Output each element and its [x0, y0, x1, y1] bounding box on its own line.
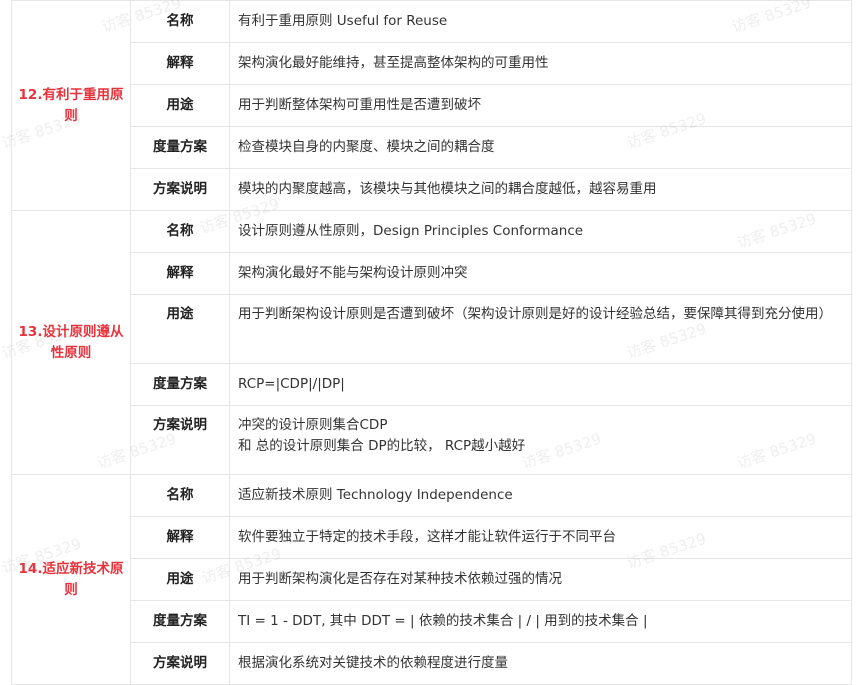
row-value: RCP=|CDP|/|DP| — [229, 363, 852, 406]
row-value: 架构演化最好能维持，甚至提高整体架构的可重用性 — [229, 42, 852, 85]
row-key: 用途 — [130, 558, 230, 601]
row-key: 度量方案 — [130, 363, 230, 406]
row-key: 解释 — [130, 252, 230, 295]
table-row: 方案说明 根据演化系统对关键技术的依赖程度进行度量 — [12, 642, 852, 685]
row-value-line: 和 总的设计原则集合 DP的比较， RCP越小越好 — [238, 438, 526, 454]
principles-table: 12.有利于重用原则 名称 有利于重用原则 Useful for Reuse 解… — [11, 0, 852, 685]
row-key: 用途 — [130, 84, 230, 127]
row-value: 用于判断整体架构可重用性是否遭到破坏 — [229, 84, 852, 127]
table-row: 度量方案 TI = 1 - DDT, 其中 DDT = | 依赖的技术集合 | … — [12, 600, 852, 643]
row-value: 设计原则遵从性原则，Design Principles Conformance — [229, 210, 852, 253]
row-key: 用途 — [130, 294, 230, 364]
table-row: 14.适应新技术原则 名称 适应新技术原则 Technology Indepen… — [11, 474, 852, 685]
row-key: 方案说明 — [130, 405, 230, 475]
row-key: 名称 — [130, 474, 230, 517]
row-key: 方案说明 — [130, 168, 230, 211]
table-row: 度量方案 RCP=|CDP|/|DP| — [12, 363, 852, 406]
row-value-line: 冲突的设计原则集合CDP — [238, 417, 388, 433]
table-row: 度量方案 检查模块自身的内聚度、模块之间的耦合度 — [12, 126, 852, 169]
row-value: 用于判断架构演化是否存在对某种技术依赖过强的情况 — [229, 558, 852, 601]
group-title-12: 12.有利于重用原则 — [11, 0, 131, 211]
row-value: 模块的内聚度越高，该模块与其他模块之间的耦合度越低，越容易重用 — [229, 168, 852, 211]
row-key: 名称 — [130, 210, 230, 253]
table-row: 方案说明 模块的内聚度越高，该模块与其他模块之间的耦合度越低，越容易重用 — [12, 168, 852, 211]
row-value: 根据演化系统对关键技术的依赖程度进行度量 — [229, 642, 852, 685]
row-key: 解释 — [130, 42, 230, 85]
row-key: 解释 — [130, 516, 230, 559]
row-key: 名称 — [130, 0, 230, 43]
table-row: 解释 软件要独立于特定的技术手段，这样才能让软件运行于不同平台 — [12, 516, 852, 559]
table-row: 方案说明 冲突的设计原则集合CDP 和 总的设计原则集合 DP的比较， RCP越… — [12, 405, 852, 475]
table-row: 解释 架构演化最好能维持，甚至提高整体架构的可重用性 — [12, 42, 852, 85]
table-row: 用途 用于判断整体架构可重用性是否遭到破坏 — [12, 84, 852, 127]
table-row: 12.有利于重用原则 名称 有利于重用原则 Useful for Reuse — [11, 0, 852, 211]
row-value: 检查模块自身的内聚度、模块之间的耦合度 — [229, 126, 852, 169]
row-value: 用于判断架构设计原则是否遭到破坏（架构设计原则是好的设计经验总结，要保障其得到充… — [229, 294, 852, 364]
row-key: 度量方案 — [130, 600, 230, 643]
row-value: 软件要独立于特定的技术手段，这样才能让软件运行于不同平台 — [229, 516, 852, 559]
row-value: 有利于重用原则 Useful for Reuse — [229, 0, 852, 43]
table-row: 用途 用于判断架构演化是否存在对某种技术依赖过强的情况 — [12, 558, 852, 601]
row-value: 架构演化最好不能与架构设计原则冲突 — [229, 252, 852, 295]
group-title-13: 13.设计原则遵从性原则 — [11, 210, 131, 475]
row-key: 方案说明 — [130, 642, 230, 685]
table-row: 13.设计原则遵从性原则 名称 设计原则遵从性原则，Design Princip… — [11, 210, 852, 475]
table-row: 用途 用于判断架构设计原则是否遭到破坏（架构设计原则是好的设计经验总结，要保障其… — [12, 294, 852, 364]
row-value: 冲突的设计原则集合CDP 和 总的设计原则集合 DP的比较， RCP越小越好 — [229, 405, 852, 475]
row-value: 适应新技术原则 Technology Independence — [229, 474, 852, 517]
row-value: TI = 1 - DDT, 其中 DDT = | 依赖的技术集合 | / | 用… — [229, 600, 852, 643]
table-row: 解释 架构演化最好不能与架构设计原则冲突 — [12, 252, 852, 295]
group-title-14: 14.适应新技术原则 — [11, 474, 131, 685]
row-key: 度量方案 — [130, 126, 230, 169]
